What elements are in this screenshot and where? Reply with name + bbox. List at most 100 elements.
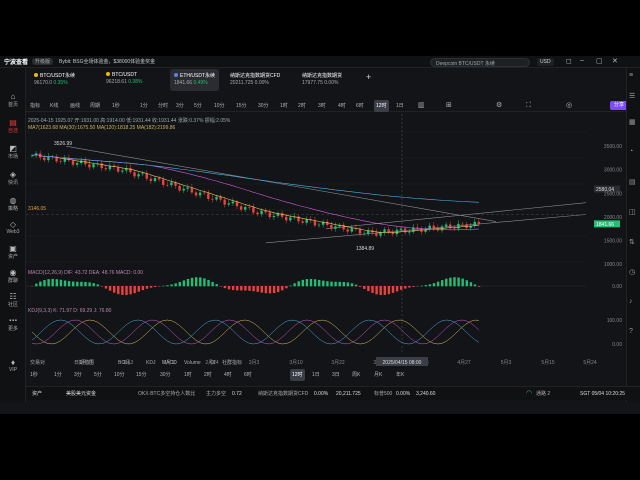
candle-body: [350, 228, 353, 232]
status-item2-label[interactable]: 纳斯达克指数期货CFD: [258, 387, 308, 401]
candle-body: [104, 168, 107, 170]
toolbar-period[interactable]: 周期: [90, 100, 100, 112]
status-item2-change: 0.00%: [314, 391, 329, 397]
timeframe-1m[interactable]: 1分: [140, 100, 148, 112]
timeframe-1h[interactable]: 1时: [280, 100, 288, 112]
sidebar-item-assets[interactable]: ▣ 资产: [0, 244, 26, 260]
candle-body: [334, 226, 337, 229]
btf-4h[interactable]: 4时: [224, 369, 232, 381]
camera-icon[interactable]: ◎: [566, 100, 572, 112]
btf-12h[interactable]: 12时: [290, 369, 305, 381]
timeframe-10m[interactable]: 10分: [214, 100, 225, 112]
toolbar-kline[interactable]: K线: [50, 100, 58, 112]
tab-btc-usdt[interactable]: BTC/USDT 96218.61 0.38%: [102, 69, 146, 91]
indicator-bar: 交易对 日期范围 BOLL KDJ MACD Volume OI 社群指标: [26, 358, 586, 368]
status-item3-label[interactable]: 标普500: [374, 387, 392, 401]
ind-boll[interactable]: BOLL: [118, 358, 131, 368]
btf-3m[interactable]: 3分: [74, 369, 82, 381]
maximize-icon[interactable]: ▢: [596, 57, 603, 65]
price-chart[interactable]: MACD(12,26,9) DIF: 43.72 DEA: 48.76 MACD…: [26, 114, 624, 368]
ind-social[interactable]: 社群指标: [222, 358, 242, 368]
sidebar-item-news[interactable]: ◈ 快讯: [0, 170, 26, 186]
macd-bar: [51, 278, 54, 287]
candle-body: [227, 203, 230, 205]
chart-type-icon[interactable]: ▥: [418, 100, 425, 112]
news-ticker[interactable]: Bybit: BSG全场体验金，$38000体验金奖金: [59, 58, 155, 65]
tab-nasdaq-futures[interactable]: 纳斯达克指数期货 17977.75 0.00%: [298, 69, 346, 91]
bell-icon[interactable]: ♪: [629, 298, 633, 305]
toolbar-drawing[interactable]: 画线: [70, 100, 80, 112]
btf-15m[interactable]: 15分: [136, 369, 147, 381]
notification-icon[interactable]: ◻: [566, 57, 572, 65]
ind-macd[interactable]: MACD: [162, 358, 177, 368]
sidebar-item-vip[interactable]: ♦ VIP: [0, 358, 26, 373]
sidebar-item-watchlist[interactable]: ▤ 自选: [0, 118, 26, 134]
timeframe-5m[interactable]: 5分: [194, 100, 202, 112]
trade-icon[interactable]: ⇅: [629, 238, 635, 246]
timeframe-3h[interactable]: 3时: [318, 100, 326, 112]
help-icon[interactable]: ?: [629, 328, 633, 335]
status-market[interactable]: 美股美元资金: [66, 387, 96, 401]
alert-icon[interactable]: ◔: [629, 148, 633, 155]
timeframe-15m[interactable]: 15分: [236, 100, 247, 112]
btf-1h[interactable]: 1时: [184, 369, 192, 381]
ind-volume[interactable]: Volume: [184, 358, 201, 368]
settings-icon[interactable]: ⚙: [496, 100, 502, 112]
btf-month[interactable]: 月K: [374, 369, 382, 381]
sidebar-item-more[interactable]: ⋯ 更多: [0, 316, 26, 332]
tab-btc-usdt-perp[interactable]: BTC/USDT永续 96170.0 0.35%: [30, 69, 79, 91]
timeframe-12h[interactable]: 12时: [374, 100, 389, 112]
btf-5m[interactable]: 5分: [94, 369, 102, 381]
btf-1m[interactable]: 1分: [54, 369, 62, 381]
add-tab-button[interactable]: +: [362, 69, 375, 91]
timeframe-intraday[interactable]: 分时: [158, 100, 168, 112]
ind-kdj[interactable]: KDJ: [146, 358, 155, 368]
timeframe-1d[interactable]: 1日: [396, 100, 404, 112]
ind-pair[interactable]: 交易对: [30, 358, 45, 368]
tab-nasdaq-cfd[interactable]: 纳斯达克指数期货CFD 20211.725 0.00%: [226, 69, 284, 91]
menu-icon[interactable]: ≡: [629, 72, 633, 79]
sidebar-item-home[interactable]: ⌂ 首页: [0, 92, 26, 108]
status-assets[interactable]: 资产: [32, 387, 42, 401]
history-icon[interactable]: ◷: [629, 268, 635, 276]
timeframe-4h[interactable]: 4时: [338, 100, 346, 112]
toolbar-indicators[interactable]: 指标: [30, 100, 40, 112]
btf-week[interactable]: 周K: [352, 369, 360, 381]
sidebar-item-community[interactable]: ☷ 社区: [0, 292, 26, 308]
macd-bar: [240, 286, 243, 291]
candle-body: [399, 228, 403, 230]
layout-icon[interactable]: ⊞: [446, 100, 452, 112]
close-icon[interactable]: ✕: [612, 57, 618, 65]
fullscreen-icon[interactable]: ⛶: [526, 100, 531, 112]
btf-3d[interactable]: 3日: [332, 369, 340, 381]
order-icon[interactable]: ▦: [629, 118, 636, 126]
minimize-icon[interactable]: –: [580, 57, 584, 64]
btf-6h[interactable]: 6时: [244, 369, 252, 381]
list-icon[interactable]: ☰: [629, 92, 635, 100]
status-item1-label[interactable]: OKX·BTC多空持仓人数比: [138, 387, 195, 401]
search-input[interactable]: Deepcoin BTC/USDT 永续: [430, 58, 530, 67]
calc-icon[interactable]: ▤: [629, 178, 636, 186]
timeframe-2h[interactable]: 2时: [298, 100, 306, 112]
btf-30m[interactable]: 30分: [160, 369, 171, 381]
btf-2h[interactable]: 2时: [204, 369, 212, 381]
currency-select[interactable]: USD: [537, 58, 554, 66]
sidebar-item-chat[interactable]: ◉ 群聊: [0, 268, 26, 284]
sidebar-item-market[interactable]: ◩ 市场: [0, 144, 26, 160]
tab-eth-usdt-perp[interactable]: ETH/USDT永续 1841.66 0.49%: [170, 69, 220, 91]
sidebar-item-web3[interactable]: ◇ Web3: [0, 220, 26, 235]
timeframe-30m[interactable]: 30分: [258, 100, 269, 112]
timeframe-3m[interactable]: 3分: [176, 100, 184, 112]
timeframe-1s[interactable]: 1秒: [112, 100, 120, 112]
btf-1d[interactable]: 1日: [312, 369, 320, 381]
ind-oi[interactable]: OI: [210, 358, 215, 368]
status-network[interactable]: 通路 2: [536, 387, 550, 401]
btf-1s[interactable]: 1秒: [30, 369, 38, 381]
ind-date-range[interactable]: 日期范围: [74, 358, 94, 368]
btf-10m[interactable]: 10分: [114, 369, 125, 381]
macd-bar: [231, 286, 235, 291]
sidebar-item-strategy[interactable]: ◍ 策略: [0, 196, 26, 212]
btf-year[interactable]: 年K: [396, 369, 404, 381]
depth-icon[interactable]: ◫: [629, 208, 636, 216]
timeframe-6h[interactable]: 6时: [356, 100, 364, 112]
